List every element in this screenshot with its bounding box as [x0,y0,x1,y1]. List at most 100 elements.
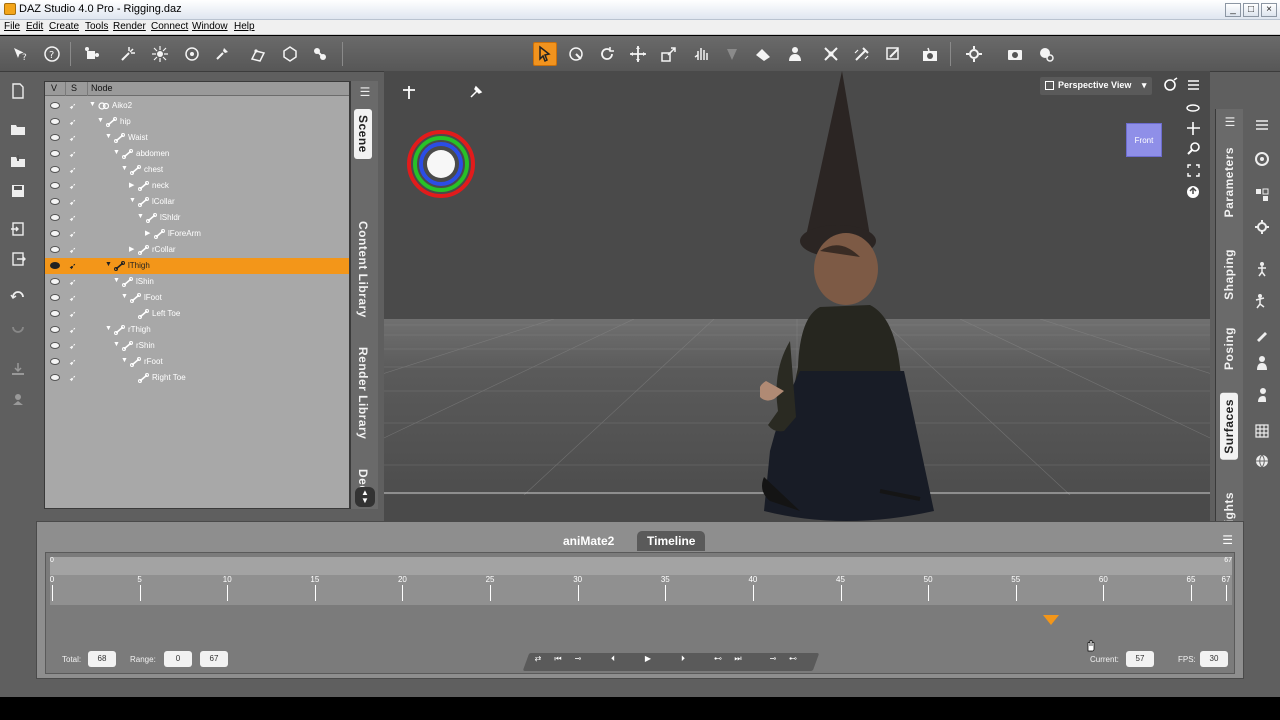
range-end-field[interactable]: 67 [200,651,228,667]
selectable-arrow-icon[interactable]: ➹ [69,117,81,127]
step-forward-icon[interactable]: ⏵ [676,653,690,665]
active-pose-tool-icon[interactable] [689,42,713,66]
scale-tool-icon[interactable] [657,42,681,66]
expand-arrow-icon[interactable]: ▼ [113,277,120,284]
expand-arrow-icon[interactable]: ▼ [121,165,128,172]
first-frame-icon[interactable]: ⏮ [551,653,565,665]
viewport-3d[interactable]: Perspective View ▾ Front [384,71,1210,521]
current-frame-field[interactable]: 57 [1126,651,1154,667]
spotlight-tool-icon[interactable] [116,42,140,66]
scene-node-row[interactable]: ➹ ▼ Aiko2 [45,98,349,114]
menu-help[interactable]: Help [234,21,255,32]
maximize-button[interactable]: □ [1243,3,1259,17]
playhead-marker[interactable] [1042,615,1059,625]
zoom-icon[interactable] [1184,139,1202,157]
reset-view-icon[interactable] [1184,183,1202,201]
draw-style-icon[interactable] [1162,75,1180,93]
figure-pose-alt-icon[interactable] [1252,385,1272,405]
column-selectable[interactable]: S [71,83,77,93]
surface-selection-icon[interactable] [720,42,744,66]
viewport-menu-icon[interactable] [1184,75,1202,93]
remove-key-icon[interactable]: ⊷ [786,653,800,665]
translate-tool-icon[interactable] [626,42,650,66]
light-tool-icon[interactable] [210,42,234,66]
visibility-eye-icon[interactable] [50,150,60,157]
selectable-arrow-icon[interactable]: ➹ [69,245,81,255]
geometry-editor-icon[interactable] [246,42,270,66]
total-frames-field[interactable]: 68 [88,651,116,667]
scene-node-row[interactable]: ➹ ▼ lThigh [45,258,349,274]
menu-create[interactable]: Create [49,21,79,32]
node-weight-icon[interactable] [278,42,302,66]
visibility-eye-icon[interactable] [50,214,60,221]
open-file-icon[interactable] [8,119,28,139]
loop-icon[interactable]: ⇄ [531,653,545,665]
selectable-arrow-icon[interactable]: ➹ [69,341,81,351]
tab-parameters[interactable]: Parameters [1222,147,1236,217]
new-file-icon[interactable] [8,81,28,101]
merge-file-icon[interactable] [8,151,28,171]
visibility-eye-icon[interactable] [50,374,60,381]
scene-node-row[interactable]: ➹ ▼ rShin [45,338,349,354]
column-node[interactable]: Node [91,83,113,93]
tab-scroll-arrows-icon[interactable]: ▲▼ [355,487,375,507]
render-settings-icon[interactable] [1252,217,1272,237]
rotate-tool-icon[interactable] [595,42,619,66]
fps-field[interactable]: 30 [1200,651,1228,667]
point-light-icon[interactable] [148,42,172,66]
collapse-arrow-icon[interactable]: ▶ [129,245,134,253]
tab-shaping[interactable]: Shaping [1222,249,1236,300]
scene-node-row[interactable]: ➹ ▼ hip [45,114,349,130]
visibility-eye-icon[interactable] [50,310,60,317]
visibility-eye-icon[interactable] [50,326,60,333]
visibility-eye-icon[interactable] [50,198,60,205]
universal-tool-icon[interactable] [564,42,588,66]
selectable-arrow-icon[interactable]: ➹ [69,165,81,175]
visibility-eye-icon[interactable] [50,246,60,253]
scene-node-row[interactable]: ➹ ▼ abdomen [45,146,349,162]
pane-menu-icon[interactable]: ☰ [1221,115,1239,129]
selectable-arrow-icon[interactable]: ➹ [69,149,81,159]
expand-arrow-icon[interactable]: ▼ [105,325,112,332]
environment-icon[interactable] [1252,451,1272,471]
frame-ruler[interactable]: 0 5 10 15 20 25 30 35 40 45 50 55 60 65 67 [50,575,1232,625]
figure-pose-icon[interactable] [1252,259,1272,279]
selectable-arrow-icon[interactable]: ➹ [69,309,81,319]
scene-node-row[interactable]: ➹ ▶ lForeArm [45,226,349,242]
tool-settings-icon[interactable] [1252,149,1272,169]
last-frame-icon[interactable]: ⏭ [731,653,745,665]
figure-gnome[interactable] [760,71,960,521]
menu-tools[interactable]: Tools [85,21,108,32]
scene-node-row[interactable]: ➹ ▼ lShldr [45,210,349,226]
selectable-arrow-icon[interactable]: ➹ [69,261,81,271]
scene-node-row[interactable]: ➹ ▶ neck [45,178,349,194]
menu-window[interactable]: Window [192,21,228,32]
visibility-eye-icon[interactable] [50,182,60,189]
expand-arrow-icon[interactable]: ▼ [121,293,128,300]
step-back-icon[interactable]: ⏴ [606,653,620,665]
advanced-render-icon[interactable] [1034,42,1058,66]
selectable-arrow-icon[interactable]: ➹ [69,373,81,383]
pin-translate-icon[interactable] [400,83,418,101]
camera-selector[interactable]: Perspective View ▾ [1040,77,1153,95]
scene-node-row[interactable]: ➹ ▼ chest [45,162,349,178]
save-file-icon[interactable] [8,181,28,201]
selectable-arrow-icon[interactable]: ➹ [69,213,81,223]
collapse-arrow-icon[interactable]: ▶ [145,229,150,237]
play-range-bar[interactable]: 0 67 [50,557,1232,575]
selectable-arrow-icon[interactable]: ➹ [69,101,81,111]
scene-node-row[interactable]: ➹ Left Toe [45,306,349,322]
pan-icon[interactable] [1184,119,1202,137]
tab-surfaces[interactable]: Surfaces [1220,393,1238,460]
expand-arrow-icon[interactable]: ▼ [97,117,104,124]
column-visible[interactable]: V [51,83,57,93]
tab-scene[interactable]: Scene [354,109,372,159]
help-icon[interactable]: ? [40,42,64,66]
next-key-icon[interactable]: ⊷ [711,653,725,665]
visibility-eye-icon[interactable] [50,118,60,125]
menu-render[interactable]: Render [113,21,146,32]
visibility-eye-icon[interactable] [50,294,60,301]
menu-file[interactable]: File [4,21,20,32]
figure-icon[interactable] [1252,353,1272,373]
scene-node-row[interactable]: ➹ ▶ rCollar [45,242,349,258]
